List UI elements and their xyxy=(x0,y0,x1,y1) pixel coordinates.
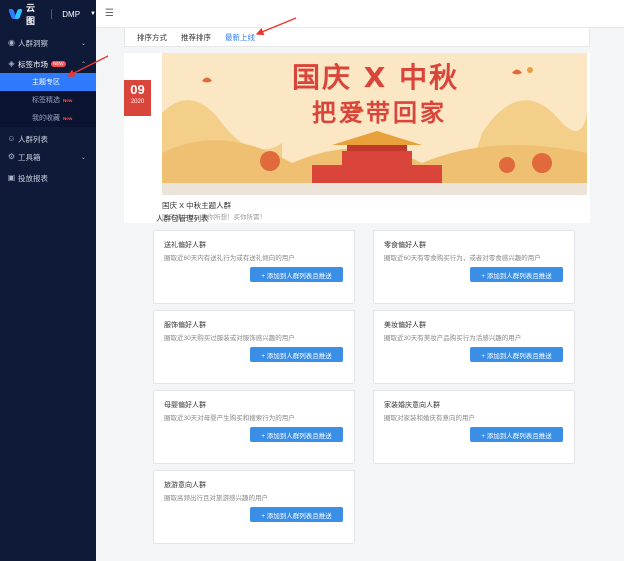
sidebar-item-label: 人群列表 xyxy=(18,134,48,144)
add-to-crowd-list-button[interactable]: + 添加到人群列表且推送 xyxy=(250,507,343,522)
sidebar-item-label: 标签市场 xyxy=(18,59,48,69)
card-description: 圈取高频出行且对旅游感兴趣的用户 xyxy=(164,495,268,502)
logo-row[interactable]: 云图 DMP ▼ xyxy=(0,0,96,28)
tab-newest[interactable]: 最新上线 xyxy=(225,32,255,43)
new-badge: New xyxy=(63,115,73,121)
card-title: 零食偏好人群 xyxy=(384,242,426,249)
add-to-crowd-list-button[interactable]: + 添加到人群列表且推送 xyxy=(250,267,343,282)
banner-title: 国庆 X 中秋主题人群 xyxy=(162,201,232,210)
card-title: 母婴偏好人群 xyxy=(164,402,206,409)
add-to-crowd-list-button[interactable]: + 添加到人群列表且推送 xyxy=(470,347,563,362)
sidebar-item-label: 我的收藏 xyxy=(32,115,60,122)
product-name: DMP xyxy=(62,9,81,19)
card-description: 圈取近60天内有送礼行为或有送礼倾向的用户 xyxy=(164,255,295,262)
sidebar-item-label: 标签精选 xyxy=(32,97,60,104)
toolbox-icon: ⚙ xyxy=(7,152,16,161)
card-title: 送礼偏好人群 xyxy=(164,242,206,249)
card-title: 美妆偏好人群 xyxy=(384,322,426,329)
crowd-card: 零食偏好人群 圈取近60天有零食购买行为，或者对零食感兴趣的用户 + 添加到人群… xyxy=(373,230,575,304)
sidebar-item-theme-zone[interactable]: 主题专区 xyxy=(0,73,96,91)
crowd-card: 服饰偏好人群 圈取近30天购买过服装或对服饰感兴趣的用户 + 添加到人群列表且推… xyxy=(153,310,355,384)
date-year: 2020 xyxy=(130,99,145,105)
tab-recommended[interactable]: 推荐排序 xyxy=(181,32,211,43)
chevron-down-icon: ⌄ xyxy=(80,40,86,47)
brand-name: 云图 xyxy=(25,3,35,26)
sidebar-item-label: 投放报表 xyxy=(18,173,48,183)
card-title: 家装婚庆意向人群 xyxy=(384,402,440,409)
chevron-down-icon: ⌄ xyxy=(80,154,86,161)
eye-icon: ◉ xyxy=(8,38,15,47)
date-day: 09 xyxy=(130,82,145,97)
crowd-card: 母婴偏好人群 圈取近30天对母婴产生购买和搜索行为的用户 + 添加到人群列表且推… xyxy=(153,390,355,464)
add-to-crowd-list-button[interactable]: + 添加到人群列表且推送 xyxy=(250,347,343,362)
sidebar-item-my-favorites[interactable]: 我的收藏 New xyxy=(0,109,96,127)
card-title: 服饰偏好人群 xyxy=(164,322,206,329)
add-to-crowd-list-button[interactable]: + 添加到人群列表且推送 xyxy=(470,267,563,282)
card-description: 圈取对家装和婚庆有意向的用户 xyxy=(384,415,475,422)
banner-headline-1: 国庆 X 中秋 xyxy=(292,61,460,94)
crowd-card: 旅游意向人群 圈取高频出行且对旅游感兴趣的用户 + 添加到人群列表且推送 xyxy=(153,470,355,544)
add-to-crowd-list-button[interactable]: + 添加到人群列表且推送 xyxy=(250,427,343,442)
theme-banner-card[interactable]: 09 2020 国庆 X 中秋 把爱带回家 国庆 X 中秋主题人群 国庆撞中秋，… xyxy=(124,53,590,223)
tag-icon: ◈ xyxy=(8,59,15,68)
sort-label: 排序方式 xyxy=(137,32,167,42)
sidebar-item-tag-market[interactable]: ◈ 标签市场 NEW ⌃ xyxy=(0,55,96,73)
crowd-card: 美妆偏好人群 圈取近30天有美妆产品购买行为活感兴趣的用户 + 添加到人群列表且… xyxy=(373,310,575,384)
chevron-up-icon: ⌃ xyxy=(80,61,86,68)
sidebar-item-toolbox[interactable]: ⚙ 工具箱 ⌄ xyxy=(0,148,96,166)
sidebar-item-crowd-list[interactable]: ☺ 人群列表 xyxy=(0,130,96,148)
logo-icon xyxy=(8,9,23,19)
crowd-card: 送礼偏好人群 圈取近60天内有送礼行为或有送礼倾向的用户 + 添加到人群列表且推… xyxy=(153,230,355,304)
card-title: 旅游意向人群 xyxy=(164,482,206,489)
section-title: 人群包管理列表 xyxy=(156,214,209,223)
new-badge: NEW xyxy=(51,61,66,67)
add-to-crowd-list-button[interactable]: + 添加到人群列表且推送 xyxy=(470,427,563,442)
logo-divider xyxy=(51,9,53,19)
date-badge: 09 2020 xyxy=(124,80,151,116)
festival-banner-image: 国庆 X 中秋 把爱带回家 xyxy=(162,53,587,195)
menu-fold-icon[interactable]: ☰ xyxy=(105,8,114,19)
sidebar-item-label: 人群洞察 xyxy=(18,38,48,48)
card-description: 圈取近30天对母婴产生购买和搜索行为的用户 xyxy=(164,415,295,422)
card-description: 圈取近30天有美妆产品购买行为活感兴趣的用户 xyxy=(384,335,522,342)
sidebar-item-crowd-insight[interactable]: ◉ 人群洞察 ⌄ xyxy=(0,34,96,52)
sidebar-item-label: 主题专区 xyxy=(32,79,60,86)
report-icon: ▣ xyxy=(7,173,16,182)
sort-tabs: 排序方式 推荐排序 最新上线 xyxy=(124,28,590,47)
card-description: 圈取近60天有零食购买行为，或者对零食感兴趣的用户 xyxy=(384,255,541,262)
sidebar-item-label: 工具箱 xyxy=(18,152,41,162)
main-content: 排序方式 推荐排序 最新上线 09 2020 国庆 X 中秋 把爱带回家 国庆 … xyxy=(124,28,590,223)
sidebar: 云图 DMP ▼ ◉ 人群洞察 ⌄ ◈ 标签市场 NEW ⌃ 主题专区 标签精选… xyxy=(0,0,96,561)
card-description: 圈取近30天购买过服装或对服饰感兴趣的用户 xyxy=(164,335,295,342)
user-icon: ☺ xyxy=(7,134,16,143)
crowd-card: 家装婚庆意向人群 圈取对家装和婚庆有意向的用户 + 添加到人群列表且推送 xyxy=(373,390,575,464)
sidebar-item-tag-selection[interactable]: 标签精选 New xyxy=(0,91,96,109)
sidebar-nav: ◉ 人群洞察 ⌄ ◈ 标签市场 NEW ⌃ 主题专区 标签精选 New 我的收藏… xyxy=(0,34,96,187)
topbar: ☰ xyxy=(96,0,624,28)
banner-headline-2: 把爱带回家 xyxy=(312,99,447,127)
new-badge: New xyxy=(63,97,73,103)
sidebar-item-delivery-report[interactable]: ▣ 投放报表 xyxy=(0,169,96,187)
